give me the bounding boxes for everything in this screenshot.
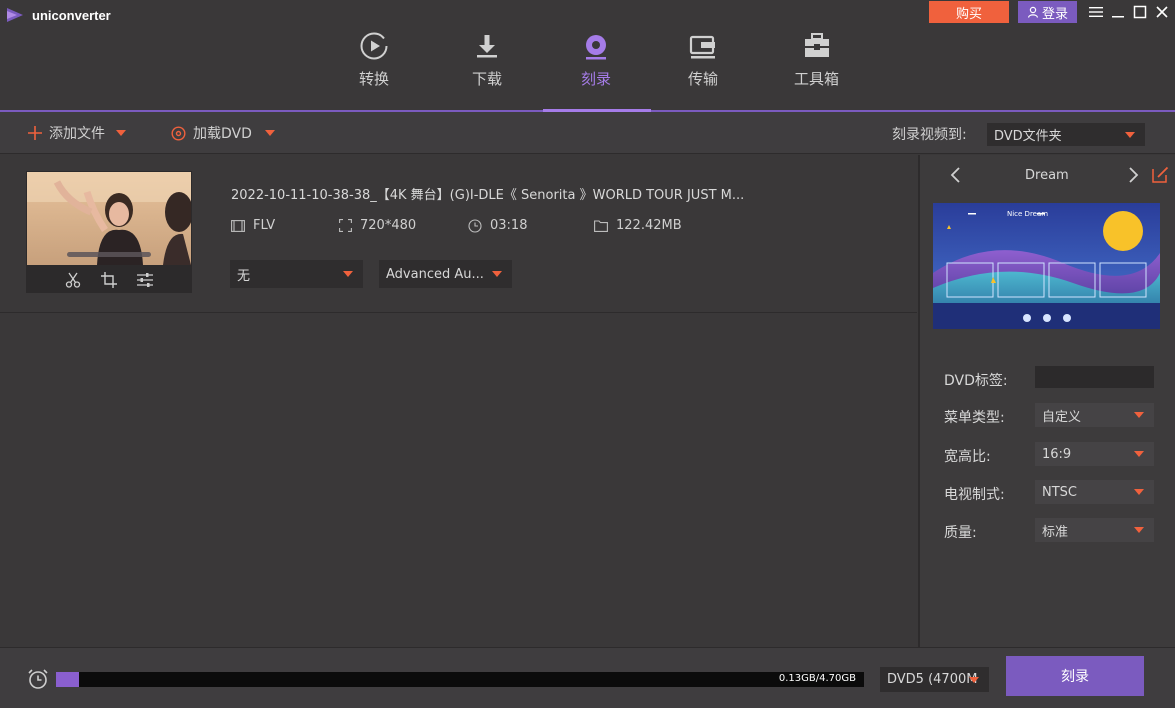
- chevron-down-icon: [1134, 527, 1144, 533]
- dvd-label-label: DVD标签:: [944, 373, 1008, 389]
- tv-standard-select[interactable]: NTSC: [1035, 480, 1154, 504]
- chevron-down-icon: [1125, 131, 1135, 138]
- scissors-icon[interactable]: [65, 272, 81, 288]
- login-label: 登录: [1041, 6, 1068, 22]
- app-title: uniconverter: [32, 7, 111, 23]
- load-dvd-label: 加载DVD: [193, 126, 252, 142]
- load-dvd-dropdown-icon[interactable]: [264, 130, 275, 136]
- audio-track-value: Advanced Au...: [386, 266, 484, 282]
- add-file-label: 添加文件: [49, 126, 105, 142]
- file-name: 2022-10-11-10-38-38_【4K 舞台】(G)I-DLE《 Sen…: [231, 188, 745, 203]
- chevron-down-icon: [1134, 451, 1144, 457]
- audio-track-select[interactable]: Advanced Au...: [379, 260, 512, 288]
- tv-standard-label: 电视制式:: [944, 487, 1005, 503]
- minimize-icon[interactable]: [1107, 2, 1129, 22]
- tv-standard-value: NTSC: [1042, 484, 1077, 500]
- burn-to-select[interactable]: DVD文件夹: [987, 123, 1145, 146]
- tab-convert-label: 转换: [358, 70, 389, 88]
- chevron-down-icon: [492, 271, 502, 277]
- file-size-value: 122.42MB: [616, 218, 682, 233]
- chevron-down-icon: [1134, 489, 1144, 495]
- toolbox-icon: [804, 33, 829, 57]
- close-icon[interactable]: [1151, 2, 1173, 22]
- add-file-dropdown-icon[interactable]: [116, 130, 126, 136]
- prev-template-icon[interactable]: [950, 167, 962, 183]
- tab-transfer[interactable]: 传输: [687, 30, 719, 89]
- menu-type-label: 菜单类型:: [944, 410, 1005, 426]
- convert-icon: [360, 32, 388, 60]
- film-icon: [231, 219, 245, 232]
- subtitle-select[interactable]: 无: [230, 260, 363, 288]
- menu-type-select[interactable]: 自定义: [1035, 403, 1154, 427]
- thumbnail-image: [27, 172, 191, 265]
- template-preview[interactable]: Nice Dream: [933, 203, 1160, 329]
- chevron-down-icon: [1134, 412, 1144, 418]
- add-file-button[interactable]: 添加文件: [28, 112, 126, 154]
- menu-icon[interactable]: [1085, 2, 1107, 22]
- burn-to-value: DVD文件夹: [994, 129, 1062, 144]
- file-size: 122.42MB: [594, 218, 682, 233]
- tab-burn[interactable]: 刻录: [580, 30, 612, 89]
- tab-burn-label: 刻录: [580, 70, 611, 88]
- file-duration: 03:18: [468, 218, 527, 233]
- tab-transfer-label: 传输: [687, 70, 718, 88]
- tab-download[interactable]: 下载: [471, 30, 503, 89]
- file-resolution-value: 720*480: [360, 218, 417, 233]
- file-format: FLV: [231, 218, 275, 233]
- top-bar: uniconverter 购买 登录 转换 下载 刻录 传输 工具箱: [0, 0, 1175, 112]
- dvd-label-input[interactable]: [1035, 366, 1154, 388]
- menu-type-value: 自定义: [1042, 409, 1082, 425]
- file-list-item[interactable]: [0, 155, 917, 313]
- disc-icon: [171, 125, 186, 141]
- buy-button[interactable]: 购买: [929, 1, 1009, 23]
- alarm-clock-icon[interactable]: [27, 668, 49, 690]
- burn-to-label: 刻录视频到:: [892, 127, 967, 143]
- disc-type-value: DVD5 (4700M: [887, 672, 978, 687]
- subtitle-value: 无: [237, 268, 251, 284]
- user-icon: [1027, 6, 1039, 18]
- folder-icon: [594, 219, 608, 232]
- transfer-icon: [689, 35, 715, 59]
- aspect-ratio-label: 宽高比:: [944, 449, 991, 465]
- quality-select[interactable]: 标准: [1035, 518, 1154, 542]
- load-dvd-button[interactable]: 加载DVD: [171, 112, 275, 154]
- edit-icon[interactable]: [1152, 166, 1169, 183]
- disc-type-select[interactable]: DVD5 (4700M: [880, 667, 989, 692]
- disc-usage-bar: 0.13GB/4.70GB: [56, 672, 864, 687]
- disc-usage-text: 0.13GB/4.70GB: [778, 673, 856, 684]
- burn-button[interactable]: 刻录: [1006, 656, 1144, 696]
- adjust-icon[interactable]: [137, 272, 153, 288]
- maximize-icon[interactable]: [1129, 2, 1151, 22]
- crop-icon[interactable]: [101, 272, 117, 288]
- video-thumbnail[interactable]: [26, 171, 192, 293]
- aspect-ratio-value: 16:9: [1042, 446, 1072, 462]
- file-duration-value: 03:18: [490, 218, 528, 233]
- quality-label: 质量:: [944, 525, 977, 541]
- next-template-icon[interactable]: [1127, 167, 1139, 183]
- aspect-ratio-select[interactable]: 16:9: [1035, 442, 1154, 466]
- file-format-value: FLV: [253, 218, 276, 233]
- resolution-icon: [339, 219, 352, 232]
- template-name: Dream: [1025, 168, 1069, 183]
- burn-disc-icon: [586, 35, 606, 60]
- app-logo: uniconverter: [6, 7, 111, 23]
- tab-toolbox-label: 工具箱: [794, 70, 840, 88]
- login-button[interactable]: 登录: [1018, 1, 1077, 23]
- disc-usage-fill: [56, 672, 79, 687]
- quality-value: 标准: [1042, 524, 1069, 540]
- chevron-down-icon: [343, 271, 353, 277]
- tab-download-label: 下载: [471, 70, 502, 88]
- file-resolution: 720*480: [339, 218, 416, 233]
- tab-toolbox[interactable]: 工具箱: [794, 30, 839, 89]
- thumbnail-tools: [26, 267, 192, 293]
- preview-title: Nice Dream: [1007, 210, 1048, 218]
- plus-icon: [28, 126, 42, 140]
- clock-icon: [468, 218, 482, 233]
- tab-convert[interactable]: 转换: [358, 30, 390, 89]
- download-icon: [477, 35, 497, 58]
- chevron-down-icon: [969, 676, 979, 683]
- logo-icon: [7, 8, 23, 22]
